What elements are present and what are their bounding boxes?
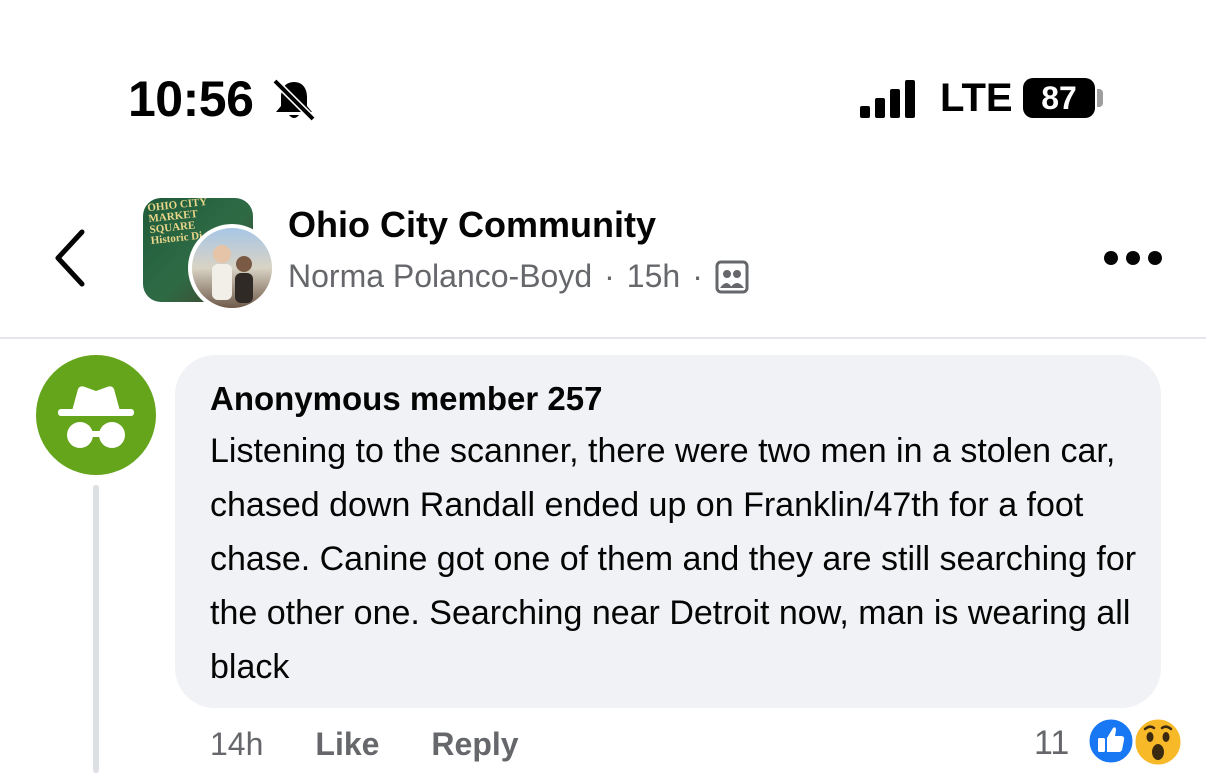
back-arrow-icon[interactable] <box>50 228 90 288</box>
avatar-photo <box>212 245 253 303</box>
header-divider <box>0 337 1206 339</box>
comment-author[interactable]: Anonymous member 257 <box>210 380 602 418</box>
comment-text: Listening to the scanner, there were two… <box>210 432 1137 686</box>
meta-separator: · <box>604 258 615 294</box>
comment-actions: 14h Like Reply <box>210 726 519 763</box>
thread-line <box>93 485 99 773</box>
meta-separator: · <box>692 258 703 294</box>
post-author[interactable]: Norma Polanco-Boyd <box>288 258 592 295</box>
reaction-count[interactable]: 11 <box>1034 724 1069 763</box>
reply-button[interactable]: Reply <box>431 726 518 763</box>
status-time: 10:56 <box>128 71 254 127</box>
group-members-icon <box>715 260 749 293</box>
signal-icon <box>860 80 915 118</box>
battery-icon <box>1097 89 1103 107</box>
anonymous-avatar[interactable] <box>36 355 156 475</box>
more-options-icon[interactable] <box>1103 248 1163 268</box>
comment-time[interactable]: 14h <box>210 726 263 763</box>
like-reaction-icon[interactable] <box>1086 716 1136 766</box>
post-time[interactable]: 15h <box>627 258 680 295</box>
incognito-icon <box>58 386 134 448</box>
network-type: LTE <box>940 76 1013 120</box>
like-button[interactable]: Like <box>315 726 379 763</box>
wow-reaction-icon[interactable] <box>1132 716 1184 768</box>
group-name[interactable]: Ohio City Community <box>288 204 656 246</box>
battery-level: 87 <box>1023 78 1095 118</box>
author-avatar[interactable] <box>188 224 276 312</box>
post-meta: Norma Polanco-Boyd · 15h · <box>288 258 749 295</box>
bell-muted-icon <box>272 78 316 122</box>
